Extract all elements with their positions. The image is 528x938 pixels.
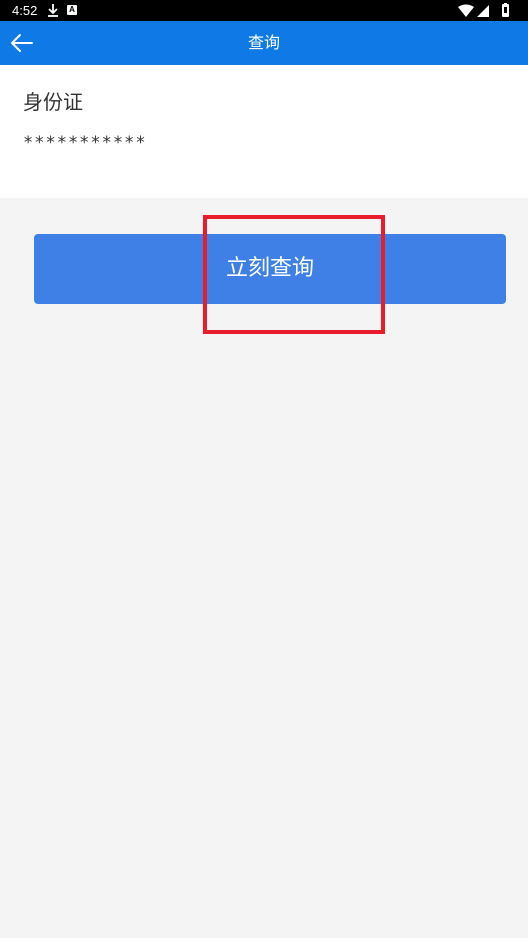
- status-bar: 4:52 A: [0, 0, 528, 21]
- download-icon: [48, 4, 58, 17]
- a-badge-icon: A: [67, 5, 77, 15]
- signal-icon: [477, 5, 489, 17]
- page-title: 查询: [247, 33, 280, 52]
- id-card-section: 身份证 ***********: [0, 65, 528, 198]
- query-now-button[interactable]: 立刻查询: [34, 234, 506, 304]
- id-label: 身份证: [23, 90, 83, 114]
- wifi-icon: [458, 4, 474, 17]
- query-now-label: 立刻查询: [225, 256, 314, 281]
- status-right-icons: [458, 3, 509, 17]
- id-value: ***********: [23, 133, 147, 153]
- app-bar: 查询: [0, 21, 528, 65]
- status-time: 4:52: [12, 3, 38, 18]
